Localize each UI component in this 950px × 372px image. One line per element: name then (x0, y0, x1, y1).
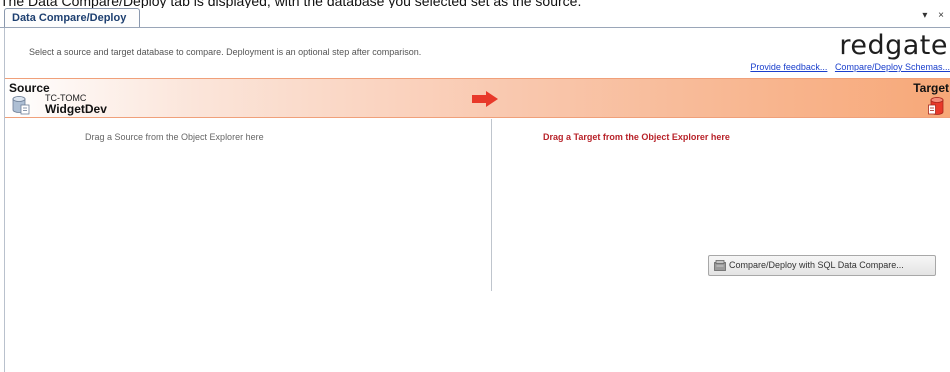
sdc-button-label: Compare/Deploy with SQL Data Compare... (729, 260, 904, 270)
compare-with-sql-data-compare-button[interactable]: Compare/Deploy with SQL Data Compare... (708, 255, 936, 276)
redgate-logo: redgate (839, 30, 948, 61)
database-red-icon (928, 97, 944, 115)
header-links: Provide feedback... Compare/Deploy Schem… (745, 62, 950, 72)
right-arrow-icon (472, 91, 498, 107)
document-window: Data Compare/Deploy ▾ × Select a source … (0, 8, 950, 372)
tab-strip: Data Compare/Deploy ▾ × (0, 8, 950, 28)
compare-panel: Select a source and target database to c… (4, 28, 950, 372)
source-drop-zone[interactable] (5, 118, 490, 372)
database-icon (12, 96, 30, 115)
source-database-name: WidgetDev (45, 102, 107, 116)
provide-feedback-link[interactable]: Provide feedback... (750, 62, 827, 72)
target-drop-hint: Drag a Target from the Object Explorer h… (543, 132, 730, 142)
tab-data-compare-deploy[interactable]: Data Compare/Deploy (4, 8, 140, 27)
compare-deploy-schemas-link[interactable]: Compare/Deploy Schemas... (835, 62, 950, 72)
page-caption: The Data Compare/Deploy tab is displayed… (0, 0, 582, 9)
source-target-band: Source TC-TOMC WidgetDev Target (5, 78, 950, 118)
instructions-text: Select a source and target database to c… (29, 47, 422, 57)
pane-divider (491, 119, 492, 291)
panel-header: Select a source and target database to c… (5, 28, 950, 78)
database-compare-icon (714, 260, 726, 271)
source-drop-hint: Drag a Source from the Object Explorer h… (85, 132, 264, 142)
source-heading: Source (9, 81, 50, 95)
tab-controls[interactable]: ▾ × (922, 10, 948, 21)
target-heading: Target (913, 81, 949, 95)
